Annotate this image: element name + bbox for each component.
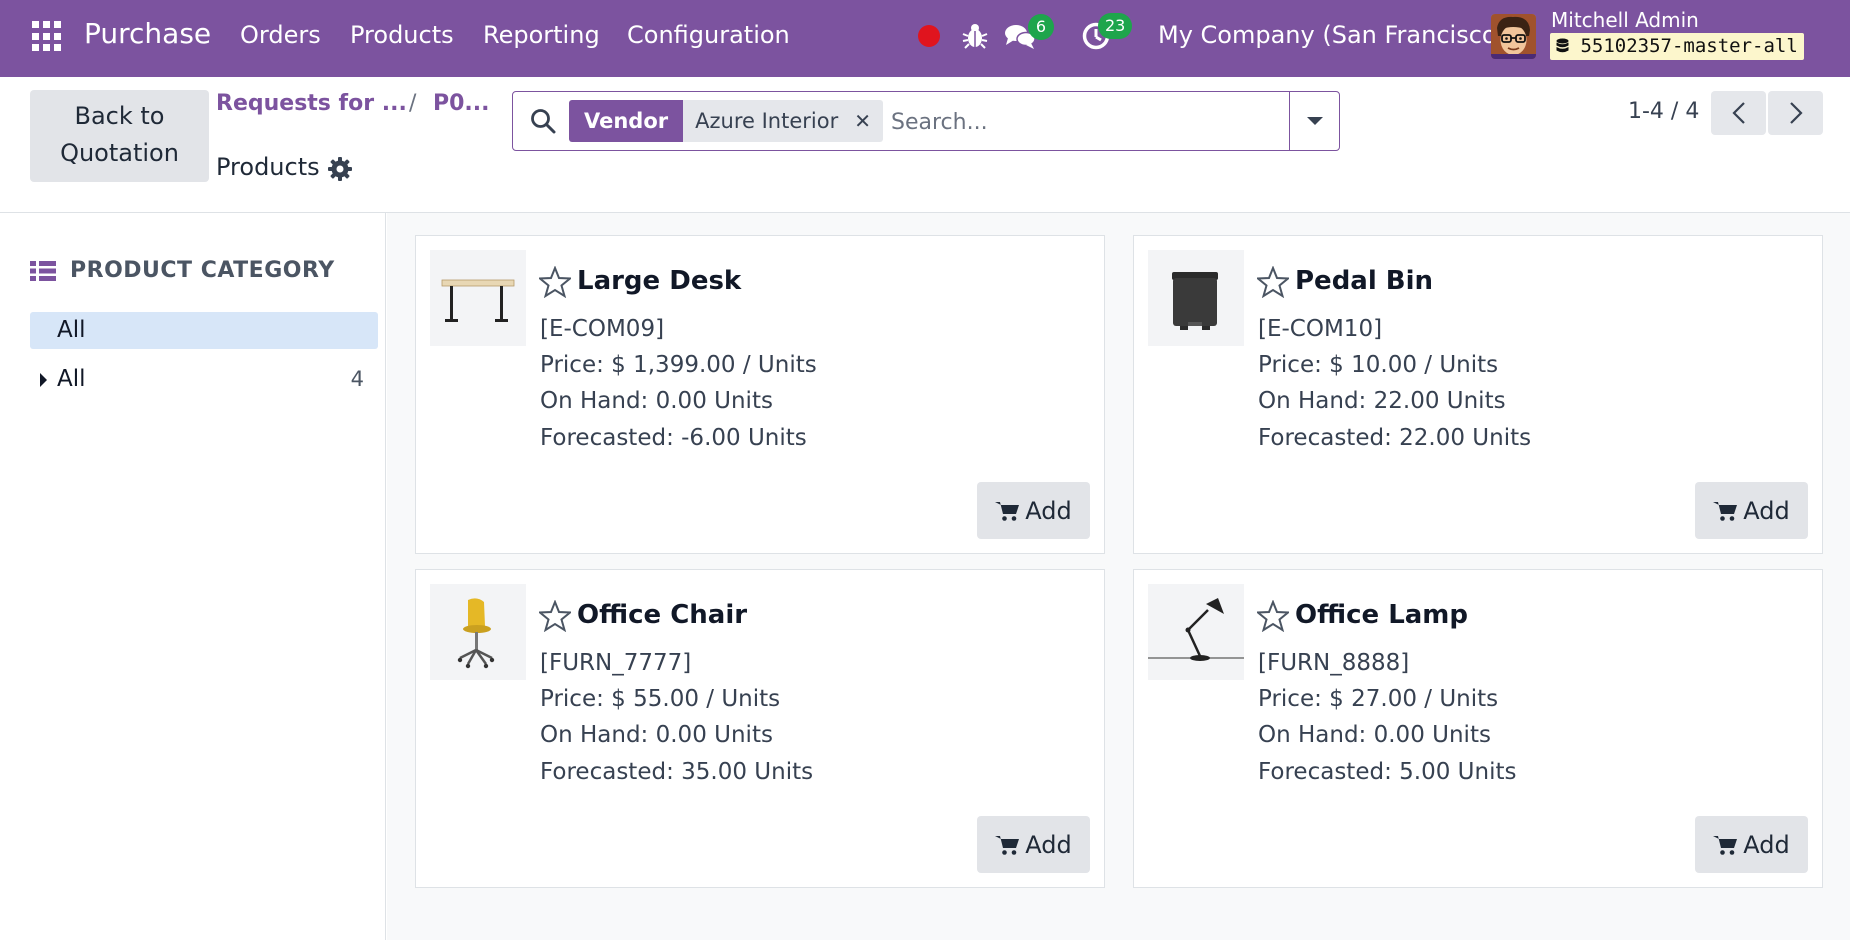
record-indicator-icon[interactable] (918, 25, 940, 47)
product-on-hand: On Hand: 22.00 Units (1258, 388, 1506, 414)
database-icon (1556, 38, 1569, 53)
category-sidepanel: PRODUCT CATEGORY All All 4 (0, 213, 386, 940)
list-icon (30, 260, 56, 281)
favorite-star-icon[interactable] (539, 266, 571, 298)
category-item-count: 4 (350, 367, 364, 391)
add-label: Add (1025, 496, 1072, 525)
product-name: Office Chair (577, 600, 748, 630)
database-name: 55102357-master-all (1580, 35, 1798, 57)
category-item-label: All (57, 366, 86, 392)
breadcrumb-separator: / (409, 91, 417, 116)
user-avatar[interactable] (1491, 14, 1536, 59)
favorite-star-icon[interactable] (1257, 600, 1289, 632)
product-on-hand: On Hand: 0.00 Units (540, 722, 773, 748)
product-price: Price: $ 1,399.00 / Units (540, 352, 817, 378)
product-price: Price: $ 10.00 / Units (1258, 352, 1499, 378)
menu-orders[interactable]: Orders (240, 21, 321, 49)
add-product-button[interactable]: Add (1695, 816, 1808, 873)
product-code: [FURN_7777] (540, 650, 692, 676)
product-card[interactable]: Office Chair [FURN_7777] Price: $ 55.00 … (415, 569, 1105, 888)
activities-count-badge: 23 (1098, 13, 1133, 39)
product-kanban: Large Desk [E-COM09] Price: $ 1,399.00 /… (387, 213, 1850, 940)
product-image-bin (1148, 250, 1244, 346)
top-navbar: Purchase Orders Products Reporting Confi… (0, 0, 1850, 77)
product-code: [E-COM09] (540, 316, 665, 342)
favorite-star-icon[interactable] (539, 600, 571, 632)
search-bar: Vendor Azure Interior ✕ (512, 91, 1340, 151)
product-forecasted: Forecasted: 35.00 Units (540, 759, 814, 785)
chevron-left-icon (1731, 102, 1745, 124)
shopping-cart-icon (1713, 501, 1738, 521)
product-on-hand: On Hand: 0.00 Units (1258, 722, 1491, 748)
vendor-filter-facet: Vendor Azure Interior ✕ (569, 100, 883, 142)
app-name[interactable]: Purchase (84, 17, 211, 50)
add-label: Add (1025, 830, 1072, 859)
company-switcher[interactable]: My Company (San Francisco) (1158, 21, 1506, 49)
product-price: Price: $ 55.00 / Units (540, 686, 781, 712)
add-product-button[interactable]: Add (977, 816, 1090, 873)
product-image-lamp (1148, 584, 1244, 680)
product-name: Pedal Bin (1295, 266, 1434, 296)
remove-facet-close-icon[interactable]: ✕ (854, 100, 871, 142)
product-price: Price: $ 27.00 / Units (1258, 686, 1499, 712)
pager-next-button[interactable] (1768, 91, 1823, 135)
product-image-chair (430, 584, 526, 680)
product-forecasted: Forecasted: 22.00 Units (1258, 425, 1532, 451)
shopping-cart-icon (1713, 835, 1738, 855)
caret-right-icon[interactable] (40, 373, 47, 387)
pager-previous-button[interactable] (1711, 91, 1766, 135)
product-code: [FURN_8888] (1258, 650, 1410, 676)
menu-reporting[interactable]: Reporting (483, 21, 600, 49)
category-item-all[interactable]: All 4 (30, 359, 378, 399)
search-options-toggle[interactable] (1289, 92, 1339, 150)
back-to-quotation-button[interactable]: Back to Quotation (30, 90, 209, 182)
category-item-all-selected[interactable]: All (30, 312, 378, 349)
apps-menu-icon[interactable] (32, 21, 63, 52)
category-title: PRODUCT CATEGORY (70, 258, 335, 283)
gear-icon[interactable] (327, 156, 353, 182)
breadcrumb-order[interactable]: P0... (433, 91, 490, 116)
product-on-hand: On Hand: 0.00 Units (540, 388, 773, 414)
shopping-cart-icon (995, 501, 1020, 521)
page-title: Products (216, 153, 320, 181)
menu-products[interactable]: Products (350, 21, 454, 49)
control-panel: Back to Quotation Requests for ... / P0.… (0, 77, 1850, 213)
product-forecasted: Forecasted: -6.00 Units (540, 425, 807, 451)
product-forecasted: Forecasted: 5.00 Units (1258, 759, 1517, 785)
add-label: Add (1743, 830, 1790, 859)
add-product-button[interactable]: Add (977, 482, 1090, 539)
product-card[interactable]: Office Lamp [FURN_8888] Price: $ 27.00 /… (1133, 569, 1823, 888)
product-card[interactable]: Large Desk [E-COM09] Price: $ 1,399.00 /… (415, 235, 1105, 554)
search-input[interactable] (891, 102, 1271, 142)
messages-count-badge: 6 (1028, 14, 1054, 40)
product-code: [E-COM10] (1258, 316, 1383, 342)
breadcrumb-requests[interactable]: Requests for ... (216, 91, 407, 116)
user-name[interactable]: Mitchell Admin (1551, 8, 1699, 32)
menu-configuration[interactable]: Configuration (627, 21, 790, 49)
facet-label: Vendor (569, 100, 684, 142)
caret-down-icon (1306, 117, 1323, 125)
chevron-right-icon (1789, 102, 1803, 124)
shopping-cart-icon (995, 835, 1020, 855)
facet-value: Azure Interior (695, 109, 839, 133)
product-name: Large Desk (577, 266, 742, 296)
product-card[interactable]: Pedal Bin [E-COM10] Price: $ 10.00 / Uni… (1133, 235, 1823, 554)
search-icon[interactable] (529, 107, 557, 135)
product-image-desk (430, 250, 526, 346)
pager-value[interactable]: 1-4 / 4 (1628, 99, 1699, 124)
product-name: Office Lamp (1295, 600, 1469, 630)
debug-bug-icon[interactable] (962, 22, 988, 50)
add-product-button[interactable]: Add (1695, 482, 1808, 539)
database-tag: 55102357-master-all (1550, 33, 1804, 60)
add-label: Add (1743, 496, 1790, 525)
favorite-star-icon[interactable] (1257, 266, 1289, 298)
category-header: PRODUCT CATEGORY (30, 258, 335, 283)
facet-value-wrap: Azure Interior ✕ (683, 100, 883, 142)
